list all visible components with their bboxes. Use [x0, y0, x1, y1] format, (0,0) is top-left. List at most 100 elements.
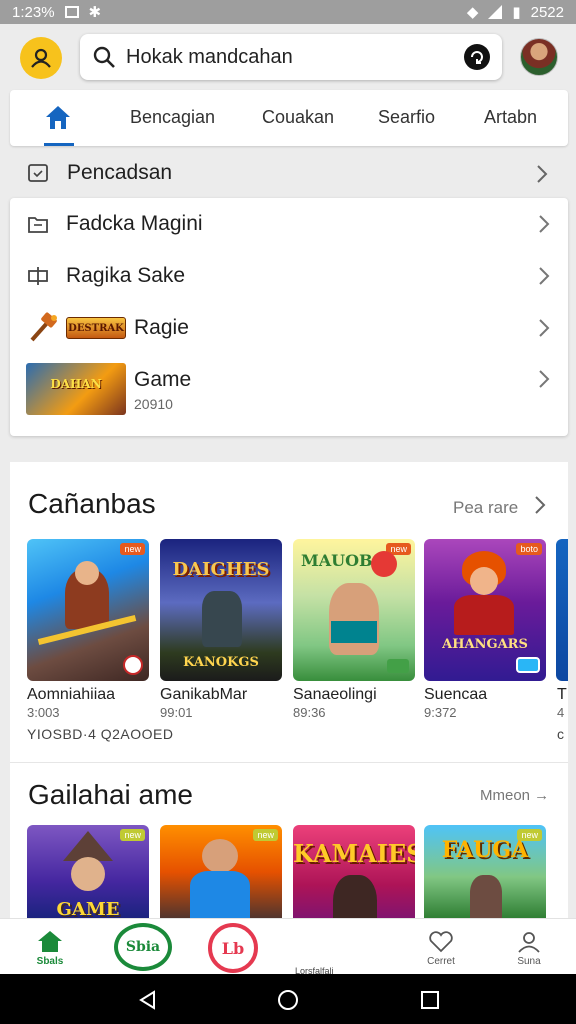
game-name: GanikabMar: [160, 686, 248, 703]
see-more-link[interactable]: Mmeon →: [480, 787, 549, 804]
top-bar: Hokak mandcahan: [0, 24, 576, 90]
settings-notification-icon: ✱: [88, 4, 102, 21]
nav-favorites-label: Cerret: [427, 956, 455, 967]
nav-home-label: Sbals: [36, 956, 64, 967]
folder-icon: [28, 217, 48, 233]
back-icon[interactable]: [138, 990, 156, 1010]
home-icon: [38, 931, 62, 952]
game-card[interactable]: DAIGHES KANOKGS: [160, 539, 282, 681]
game-card[interactable]: boto AHANGARS: [424, 539, 546, 681]
menu-item-label: Ragie: [134, 316, 189, 339]
refresh-icon: [471, 51, 483, 64]
recents-icon[interactable]: [420, 990, 440, 1010]
nav-favorites[interactable]: Cerret: [418, 931, 464, 967]
tab-bar: Bencagian Couakan Searfio Artabn: [10, 90, 568, 146]
menu-header-label: Pencadsan: [67, 161, 173, 184]
chevron-right-icon: [539, 215, 550, 233]
home-icon: [46, 106, 70, 129]
nav-profile[interactable]: Suna: [506, 931, 552, 967]
person-icon: [518, 932, 540, 953]
notification-icon: [64, 6, 79, 18]
game-card[interactable]: new FAUGA: [424, 825, 546, 919]
game-art: new MAUOB: [293, 539, 415, 681]
game-art: DAIGHES KANOKGS: [160, 539, 282, 681]
game-art: new FAUGA: [424, 825, 546, 919]
nav-profile-label: Suna: [517, 956, 541, 967]
nav-home[interactable]: Sbals: [28, 929, 72, 967]
game-sub: 4: [557, 705, 565, 720]
hero-figure: [329, 583, 379, 655]
game-card[interactable]: new GAME: [27, 825, 149, 919]
search-bar[interactable]: Hokak mandcahan: [80, 34, 502, 80]
chevron-right-icon: [537, 165, 548, 183]
menu-item-label: Game: [134, 368, 192, 391]
game-name: Suencaa: [424, 686, 488, 703]
hero-head: [202, 839, 238, 873]
hero-figure: [454, 595, 514, 635]
system-nav-bar: [0, 974, 576, 1024]
game-art-title: AHANGARS: [442, 637, 528, 652]
game-art-title: KAMAIES: [293, 839, 415, 868]
menu-header-row[interactable]: Pencadsan: [0, 152, 576, 196]
game-art: boto AHANGARS: [424, 539, 546, 681]
hammer-icon: [30, 312, 57, 342]
tab-bencagian[interactable]: Bencagian: [130, 107, 215, 128]
game-art: new: [160, 825, 282, 919]
game-name: Sanaeolingi: [293, 686, 377, 703]
game-card[interactable]: new: [160, 825, 282, 919]
tab-couakan[interactable]: Couakan: [262, 107, 334, 128]
game-art-title: FAUGA: [441, 837, 529, 863]
hero-figure: [190, 871, 250, 919]
battery-icon: ▮: [512, 4, 521, 21]
tab-searfio[interactable]: Searfio: [378, 107, 435, 128]
section-gailahai: Gailahai ame Mmeon → new GAME new KAMAIE…: [10, 762, 568, 959]
grid-plus-icon: [28, 267, 48, 285]
game-sub: 99:01: [160, 705, 193, 720]
nav-app-logo-b[interactable]: Lb: [208, 923, 258, 973]
see-more-link[interactable]: Pea rare: [453, 498, 518, 518]
ragie-logo: DESTRAK: [66, 317, 126, 339]
chevron-right-icon[interactable]: [534, 495, 546, 515]
signal-icon: [488, 5, 503, 19]
logo-b-text: Lb: [221, 938, 245, 958]
hero-figure: [470, 875, 502, 919]
hero-head: [71, 857, 105, 891]
chevron-right-icon: [539, 370, 550, 388]
menu-item-ragie[interactable]: DESTRAK Ragie: [10, 302, 568, 354]
section-title: Gailahai ame: [28, 779, 193, 810]
logo-a-text: Sbia: [125, 939, 161, 955]
game-thumbnail: DAHAN: [26, 363, 126, 415]
section-canabas: Cañanbas Pea rare new Aomniahiiaa 3:003 …: [10, 462, 568, 762]
heart-icon: [429, 931, 453, 953]
game-card[interactable]: [556, 539, 568, 681]
menu-item-label: Ragika Sake: [66, 264, 186, 287]
game-card[interactable]: new: [27, 539, 149, 681]
game-card[interactable]: new MAUOB: [293, 539, 415, 681]
hero-figure: [202, 591, 242, 647]
hero-head: [75, 561, 99, 585]
tab-artabn[interactable]: Artabn: [484, 107, 537, 128]
home-circle-icon[interactable]: [277, 989, 299, 1011]
game-badge: new: [253, 829, 278, 841]
app-badge-icon: [387, 659, 409, 673]
game-sub: 3:003: [27, 705, 60, 720]
menu-item-game[interactable]: DAHAN Game 20910: [10, 356, 568, 422]
section-title: Cañanbas: [28, 488, 156, 519]
menu-item-ragika[interactable]: Ragika Sake: [10, 250, 568, 302]
menu-item-sub: 20910: [134, 396, 173, 412]
nav-app-logo-a[interactable]: Sbia: [114, 923, 172, 971]
game-badge: boto: [516, 543, 542, 555]
user-avatar[interactable]: [520, 38, 558, 76]
tab-home[interactable]: [44, 104, 72, 135]
game-badge: new: [120, 829, 145, 841]
search-input[interactable]: Hokak mandcahan: [126, 46, 464, 69]
game-sub: 9:372: [424, 705, 457, 720]
game-name: T: [557, 686, 567, 703]
menu-item-fadcka[interactable]: Fadcka Magini: [10, 198, 568, 250]
game-sub: 89:36: [293, 705, 326, 720]
app-badge-icon: [516, 657, 540, 673]
hero-outfit: [331, 621, 377, 643]
scan-button[interactable]: [464, 44, 490, 70]
wifi-icon: ◆: [466, 4, 479, 21]
profile-button[interactable]: [20, 37, 62, 79]
